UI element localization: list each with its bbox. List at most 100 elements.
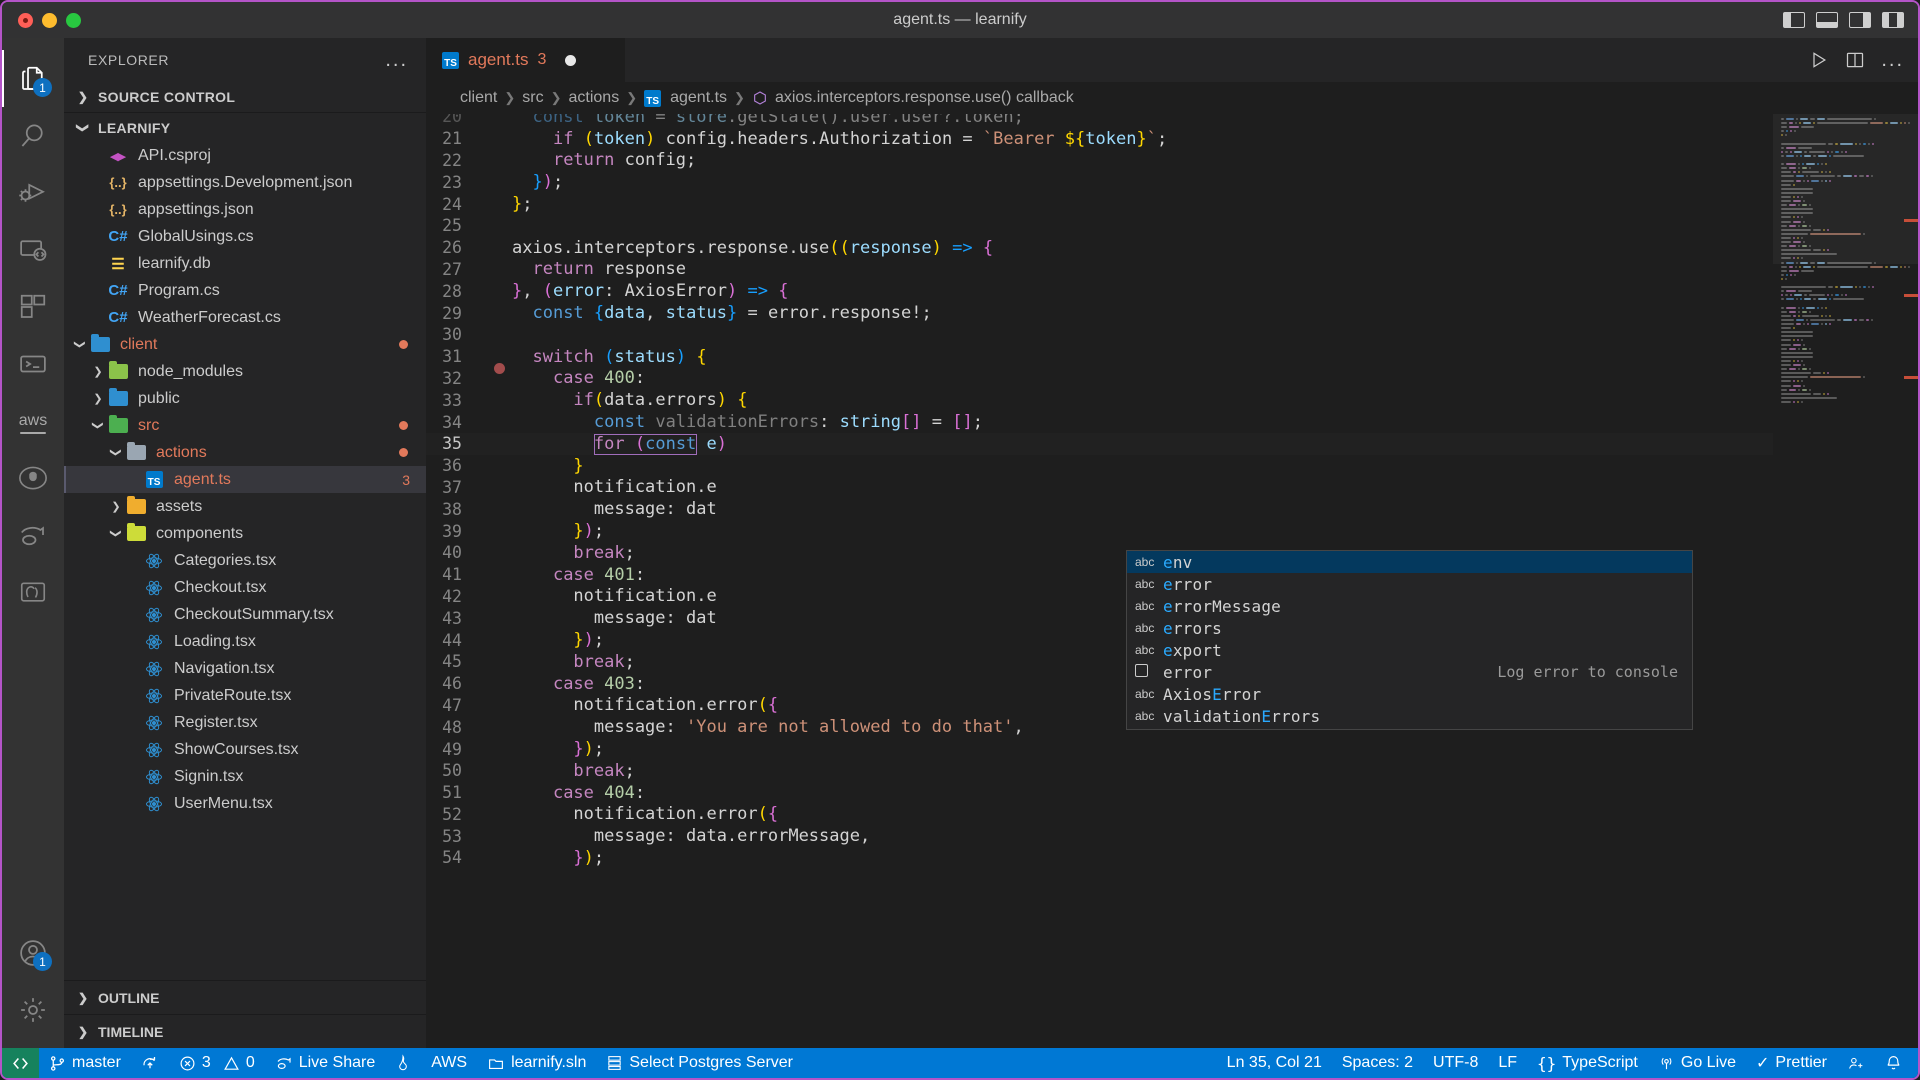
tree-item-program-cs[interactable]: C#Program.cs	[64, 277, 426, 304]
toggle-secondary-sidebar-icon[interactable]	[1849, 12, 1871, 28]
tree-item-usermenu-tsx[interactable]: UserMenu.tsx	[64, 790, 426, 817]
status-sync-changes[interactable]	[131, 1048, 169, 1078]
layout-controls[interactable]	[1783, 12, 1904, 28]
code-line-54[interactable]: 54 });	[426, 847, 1918, 869]
status-postgres-server[interactable]: Select Postgres Server	[596, 1048, 803, 1078]
code-line-21[interactable]: 21 if (token) config.headers.Authorizati…	[426, 128, 1918, 150]
activitybar-item-explorer[interactable]: 1	[2, 50, 64, 107]
code-line-31[interactable]: 31 switch (status) {	[426, 346, 1918, 368]
tree-item-checkout-tsx[interactable]: Checkout.tsx	[64, 574, 426, 601]
code-line-22[interactable]: 22 return config;	[426, 150, 1918, 172]
breadcrumb-item-file[interactable]: agent.ts	[670, 89, 727, 107]
code-line-26[interactable]: 26axios.interceptors.response.use((respo…	[426, 237, 1918, 259]
breadcrumb-item-actions[interactable]: actions	[569, 89, 620, 107]
activitybar-item-accounts[interactable]: 1	[2, 924, 64, 981]
status-eol[interactable]: LF	[1488, 1048, 1527, 1078]
close-window-button[interactable]	[18, 13, 33, 28]
status-cursor-position[interactable]: Ln 35, Col 21	[1217, 1048, 1332, 1078]
tree-item-public[interactable]: ❯public	[64, 385, 426, 412]
breadcrumb-item-client[interactable]: client	[460, 89, 497, 107]
tree-item-node-modules[interactable]: ❯node_modules	[64, 358, 426, 385]
activitybar-item-settings[interactable]	[2, 981, 64, 1038]
activitybar-item-postgres[interactable]	[2, 563, 64, 620]
code-lines[interactable]: 20 const token = store.getState().user.u…	[426, 114, 1918, 869]
tree-item-loading-tsx[interactable]: Loading.tsx	[64, 628, 426, 655]
tree-item-api-csproj[interactable]: ◂▸API.csproj	[64, 142, 426, 169]
status-live-share[interactable]: Live Share	[265, 1048, 386, 1078]
tree-item-register-tsx[interactable]: Register.tsx	[64, 709, 426, 736]
suggest-item-error[interactable]: abcerror	[1127, 573, 1692, 595]
suggest-item-export[interactable]: abcexport	[1127, 639, 1692, 661]
code-line-36[interactable]: 36 }	[426, 455, 1918, 477]
suggest-item-error[interactable]: errorLog error to console	[1127, 661, 1692, 683]
file-tree[interactable]: ◂▸API.csproj{..}appsettings.Development.…	[64, 142, 426, 980]
code-line-37[interactable]: 37 notification.e	[426, 477, 1918, 499]
tree-item-navigation-tsx[interactable]: Navigation.tsx	[64, 655, 426, 682]
activitybar-item-remote-explorer[interactable]	[2, 221, 64, 278]
suggest-item-errormessage[interactable]: abcerrorMessage	[1127, 595, 1692, 617]
suggest-item-env[interactable]: abcenv	[1127, 551, 1692, 573]
toggle-panel-icon[interactable]	[1816, 12, 1838, 28]
sidebar-section-learnify[interactable]: ❯ LEARNIFY	[64, 112, 426, 142]
minimap[interactable]	[1773, 114, 1918, 1048]
code-line-32[interactable]: 32 case 400:	[426, 368, 1918, 390]
activitybar-item-live-share[interactable]	[2, 506, 64, 563]
tree-item-checkoutsummary-tsx[interactable]: CheckoutSummary.tsx	[64, 601, 426, 628]
run-icon[interactable]	[1809, 50, 1829, 70]
code-line-27[interactable]: 27 return response	[426, 259, 1918, 281]
code-line-53[interactable]: 53 message: data.errorMessage,	[426, 825, 1918, 847]
status-aws[interactable]: AWS	[421, 1048, 477, 1078]
code-line-52[interactable]: 52 notification.error({	[426, 804, 1918, 826]
tree-item-categories-tsx[interactable]: Categories.tsx	[64, 547, 426, 574]
split-editor-icon[interactable]	[1845, 50, 1865, 70]
code-line-25[interactable]: 25	[426, 215, 1918, 237]
code-line-51[interactable]: 51 case 404:	[426, 782, 1918, 804]
tree-item-weatherforecast-cs[interactable]: C#WeatherForecast.cs	[64, 304, 426, 331]
suggest-widget[interactable]: abcenvabcerrorabcerrorMessageabcerrorsab…	[1126, 550, 1693, 730]
sidebar-section-outline[interactable]: ❯ OUTLINE	[64, 980, 426, 1014]
customize-layout-icon[interactable]	[1882, 12, 1904, 28]
breadcrumb-item-src[interactable]: src	[522, 89, 543, 107]
tree-item-learnify-db[interactable]: ☰learnify.db	[64, 250, 426, 277]
status-language-mode[interactable]: {} TypeScript	[1527, 1048, 1648, 1078]
code-line-29[interactable]: 29 const {data, status} = error.response…	[426, 302, 1918, 324]
activitybar-item-run-and-debug[interactable]	[2, 164, 64, 221]
code-line-20[interactable]: 20 const token = store.getState().user.u…	[426, 114, 1918, 128]
status-prettier[interactable]: ✓ Prettier	[1746, 1048, 1837, 1078]
activitybar-item-extensions[interactable]	[2, 278, 64, 335]
sidebar-more-actions-icon[interactable]: ...	[385, 55, 408, 65]
zoom-window-button[interactable]	[66, 13, 81, 28]
tree-item-actions[interactable]: ❯actions	[64, 439, 426, 466]
code-editor[interactable]: 20 const token = store.getState().user.u…	[426, 114, 1918, 1048]
breadcrumb[interactable]: client ❯ src ❯ actions ❯ TS agent.ts ❯ a…	[426, 82, 1918, 114]
tree-item-signin-tsx[interactable]: Signin.tsx	[64, 763, 426, 790]
tree-item-globalusings-cs[interactable]: C#GlobalUsings.cs	[64, 223, 426, 250]
breadcrumb-item-symbol[interactable]: axios.interceptors.response.use() callba…	[775, 89, 1074, 107]
code-line-33[interactable]: 33 if(data.errors) {	[426, 389, 1918, 411]
tree-item-appsettings-development-json[interactable]: {..}appsettings.Development.json	[64, 169, 426, 196]
breakpoint-icon[interactable]	[494, 363, 505, 374]
suggest-item-axioserror[interactable]: abcAxiosError	[1127, 683, 1692, 705]
code-line-49[interactable]: 49 });	[426, 738, 1918, 760]
activitybar-item-github[interactable]	[2, 449, 64, 506]
editor-actions[interactable]: ...	[1809, 38, 1904, 82]
status-remote-indicator[interactable]	[2, 1048, 39, 1078]
minimap-slider[interactable]	[1773, 114, 1918, 264]
status-solution[interactable]: learnify.sln	[477, 1048, 596, 1078]
status-go-live[interactable]: Go Live	[1648, 1048, 1746, 1078]
traffic-light-buttons[interactable]	[2, 13, 81, 28]
sidebar-section-source-control[interactable]: ❯ SOURCE CONTROL	[64, 82, 426, 112]
tree-item-src[interactable]: ❯src	[64, 412, 426, 439]
code-line-38[interactable]: 38 message: dat	[426, 498, 1918, 520]
code-line-50[interactable]: 50 break;	[426, 760, 1918, 782]
suggest-item-validationerrors[interactable]: abcvalidationErrors	[1127, 705, 1692, 727]
tree-item-assets[interactable]: ❯assets	[64, 493, 426, 520]
sidebar-section-timeline[interactable]: ❯ TIMELINE	[64, 1014, 426, 1048]
status-indentation[interactable]: Spaces: 2	[1332, 1048, 1423, 1078]
code-line-34[interactable]: 34 const validationErrors: string[] = []…	[426, 411, 1918, 433]
activitybar-item-aws[interactable]: aws	[2, 392, 64, 449]
status-branch[interactable]: master	[39, 1048, 131, 1078]
tree-item-components[interactable]: ❯components	[64, 520, 426, 547]
code-line-24[interactable]: 24};	[426, 193, 1918, 215]
suggest-item-errors[interactable]: abcerrors	[1127, 617, 1692, 639]
